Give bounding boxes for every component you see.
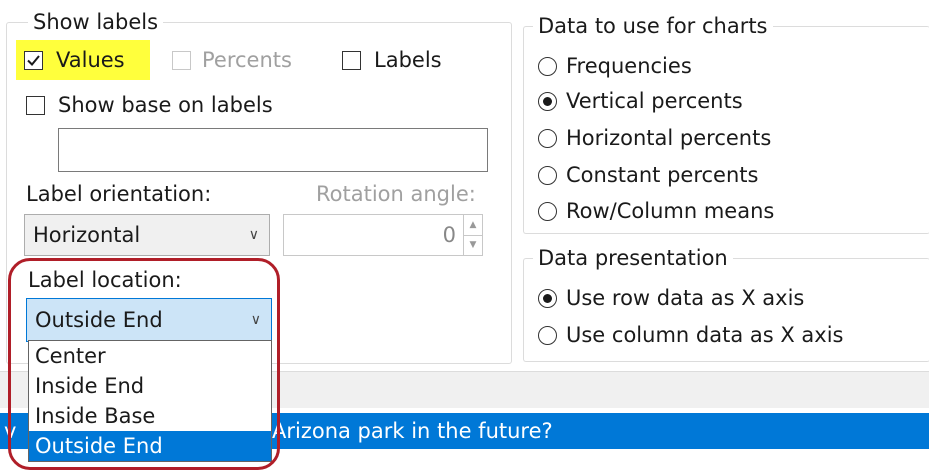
radio-row-data-x-axis[interactable] bbox=[538, 289, 557, 308]
show-labels-title: Show labels bbox=[28, 10, 164, 34]
checkmark-icon bbox=[27, 55, 40, 66]
constant-percents-label: Constant percents bbox=[566, 163, 759, 187]
data-for-charts-title: Data to use for charts bbox=[533, 14, 773, 38]
percents-checkbox[interactable] bbox=[172, 51, 191, 70]
show-base-checkbox[interactable] bbox=[26, 96, 45, 115]
spin-down-icon[interactable]: ▼ bbox=[463, 235, 482, 255]
percents-label: Percents bbox=[202, 48, 292, 72]
radio-horizontal-percents[interactable] bbox=[538, 129, 557, 148]
base-text-input[interactable] bbox=[58, 128, 488, 172]
rotation-angle-spinner[interactable]: 0 ▲ ▼ bbox=[283, 214, 483, 256]
spin-up-icon[interactable]: ▲ bbox=[463, 215, 482, 236]
rotation-value: 0 bbox=[442, 223, 456, 247]
row-data-x-axis-label: Use row data as X axis bbox=[566, 286, 805, 310]
radio-frequencies[interactable] bbox=[538, 57, 557, 76]
values-label: Values bbox=[56, 48, 125, 72]
frequencies-label: Frequencies bbox=[566, 54, 692, 78]
horizontal-percents-label: Horizontal percents bbox=[566, 126, 772, 150]
radio-vertical-percents[interactable] bbox=[538, 92, 557, 111]
labels-checkbox[interactable] bbox=[342, 51, 361, 70]
labels-label: Labels bbox=[374, 48, 442, 72]
orientation-value: Horizontal bbox=[33, 223, 141, 247]
radio-column-data-x-axis[interactable] bbox=[538, 326, 557, 345]
row-column-means-label: Row/Column means bbox=[566, 199, 775, 223]
data-presentation-title: Data presentation bbox=[533, 246, 733, 270]
label-orientation-label: Label orientation: bbox=[26, 182, 212, 206]
radio-constant-percents[interactable] bbox=[538, 166, 557, 185]
orientation-dropdown[interactable]: Horizontal ∨ bbox=[24, 214, 270, 256]
radio-row-column-means[interactable] bbox=[538, 202, 557, 221]
show-base-label: Show base on labels bbox=[58, 93, 273, 117]
callout-highlight bbox=[8, 258, 280, 470]
chevron-down-icon: ∨ bbox=[248, 227, 259, 243]
values-checkbox[interactable] bbox=[24, 51, 43, 70]
rotation-angle-label: Rotation angle: bbox=[316, 182, 476, 206]
question-text: Arizona park in the future? bbox=[272, 419, 553, 443]
column-data-x-axis-label: Use column data as X axis bbox=[566, 323, 844, 347]
vertical-percents-label: Vertical percents bbox=[566, 89, 743, 113]
